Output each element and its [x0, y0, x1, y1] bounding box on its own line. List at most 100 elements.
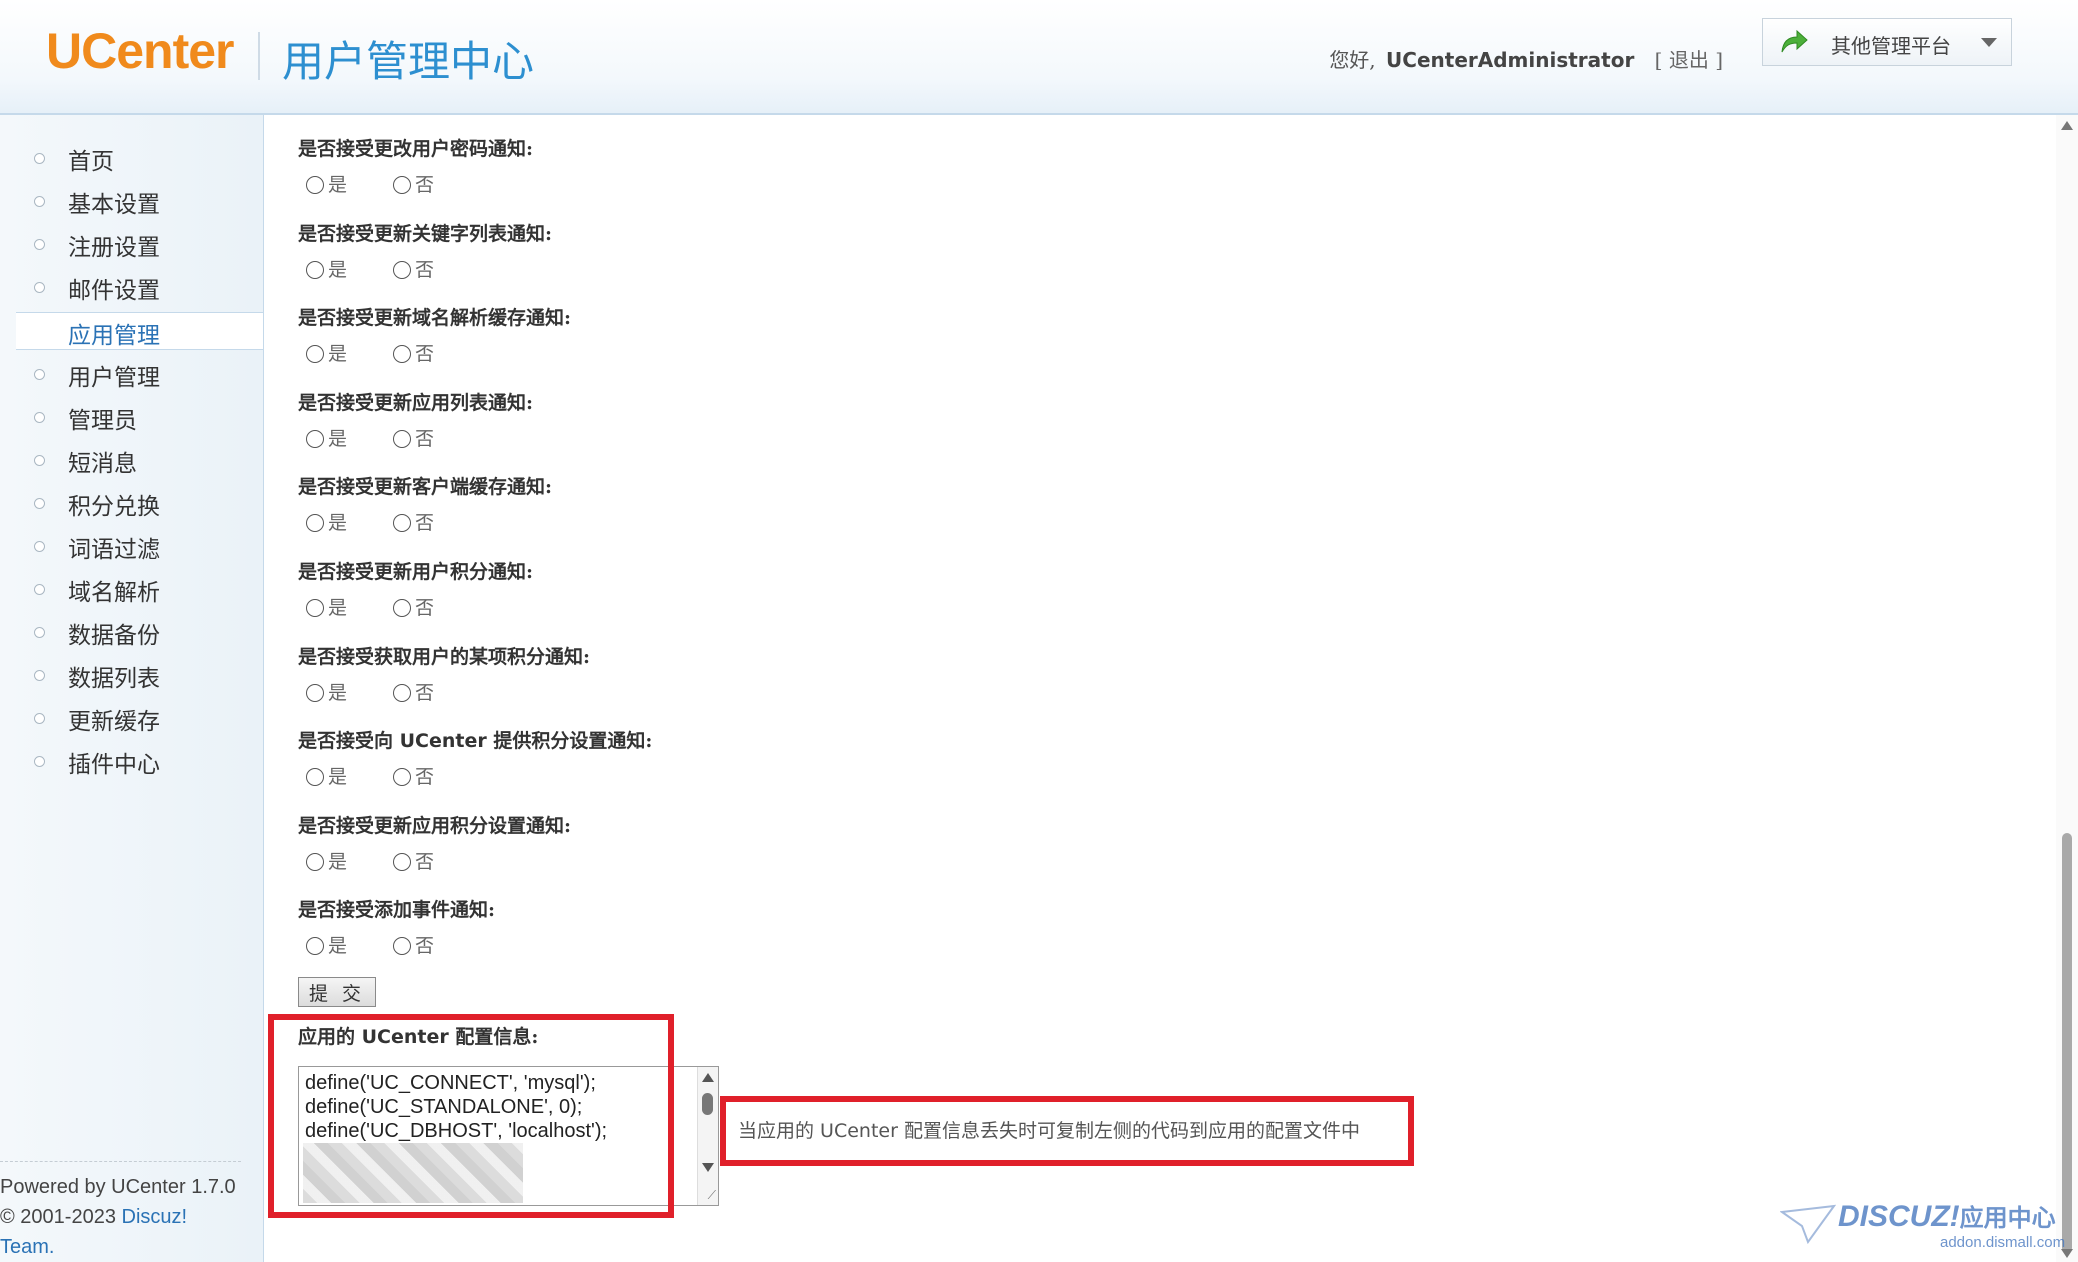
submit-button[interactable]: 提 交: [298, 977, 376, 1007]
radio-yes[interactable]: 是: [306, 931, 347, 958]
scroll-up-icon[interactable]: [702, 1073, 714, 1082]
question-text: 是否接受向: [298, 730, 400, 753]
sidebar-item[interactable]: 应用管理: [16, 312, 263, 350]
scroll-thumb[interactable]: [702, 1093, 713, 1115]
sidebar-item-label: 用户管理: [68, 365, 160, 391]
radio-yes[interactable]: 是: [306, 424, 347, 451]
radio-circle-icon[interactable]: [306, 768, 324, 787]
radio-group: 是否: [306, 931, 480, 958]
radio-label: 否: [415, 512, 435, 535]
radio-circle-icon[interactable]: [306, 429, 324, 448]
sidebar-item[interactable]: 词语过滤: [0, 525, 263, 568]
config-scrollbar[interactable]: ⟋: [697, 1067, 718, 1205]
copyright-years: © 2001-2023: [0, 1206, 122, 1228]
radio-circle-icon[interactable]: [306, 514, 324, 533]
radio-circle-icon[interactable]: [393, 429, 412, 448]
radio-label: 是: [328, 258, 348, 281]
resize-grip-icon[interactable]: ⟋: [708, 1188, 716, 1203]
radio-circle-icon[interactable]: [393, 768, 412, 787]
username: UCenterAdministrator: [1386, 48, 1635, 72]
radio-circle-icon[interactable]: [393, 852, 412, 871]
sidebar-item-label: 注册设置: [68, 235, 160, 261]
question-label: 是否接受添加事件通知:: [298, 895, 495, 922]
radio-yes[interactable]: 是: [306, 762, 347, 789]
sidebar-item[interactable]: 插件中心: [0, 740, 263, 783]
radio-circle-icon[interactable]: [393, 260, 412, 279]
radio-no[interactable]: 否: [393, 508, 434, 535]
sidebar-item[interactable]: 用户管理: [0, 353, 263, 396]
paper-plane-icon: [1780, 1204, 1836, 1244]
radio-no[interactable]: 否: [393, 847, 434, 874]
radio-yes[interactable]: 是: [306, 593, 347, 620]
question-label: 是否接受更新用户积分通知:: [298, 557, 533, 584]
sidebar-item[interactable]: 注册设置: [0, 223, 263, 266]
sidebar-item[interactable]: 基本设置: [0, 180, 263, 223]
radio-label: 否: [415, 174, 435, 196]
sidebar-item[interactable]: 积分兑换: [0, 482, 263, 525]
bullet-icon: [34, 239, 45, 250]
radio-yes[interactable]: 是: [306, 255, 347, 282]
radio-circle-icon[interactable]: [306, 683, 324, 702]
radio-yes[interactable]: 是: [306, 339, 347, 366]
logout-link[interactable]: [ 退出 ]: [1655, 48, 1723, 72]
radio-circle-icon[interactable]: [306, 176, 324, 194]
radio-circle-icon[interactable]: [306, 937, 324, 956]
sidebar-item[interactable]: 域名解析: [0, 568, 263, 611]
radio-group: 是否: [306, 762, 480, 789]
question-text: 是否接受获取用户的某项积分通知:: [298, 645, 591, 668]
radio-circle-icon[interactable]: [393, 683, 412, 702]
bullet-icon: [34, 196, 45, 207]
radio-label: 否: [415, 850, 435, 873]
radio-no[interactable]: 否: [393, 339, 434, 366]
sidebar-item[interactable]: 首页: [0, 137, 263, 180]
sidebar-item[interactable]: 数据列表: [0, 654, 263, 697]
discuz-link[interactable]: Discuz!: [122, 1206, 188, 1228]
sidebar-item[interactable]: 短消息: [0, 439, 263, 482]
radio-circle-icon[interactable]: [306, 260, 324, 279]
radio-yes[interactable]: 是: [306, 678, 347, 705]
question-label: 是否接受更新域名解析缓存通知:: [298, 303, 571, 330]
radio-no[interactable]: 否: [393, 678, 434, 705]
forward-arrow-icon: [1779, 28, 1809, 60]
radio-circle-icon[interactable]: [393, 176, 412, 194]
radio-circle-icon[interactable]: [306, 598, 324, 617]
radio-no[interactable]: 否: [393, 593, 434, 620]
footer-divider: [0, 1161, 241, 1162]
logo[interactable]: UCenter: [46, 22, 234, 80]
radio-circle-icon[interactable]: [393, 598, 412, 617]
page-scrollbar[interactable]: [2056, 115, 2078, 1262]
page-scroll-up-icon[interactable]: [2061, 121, 2073, 130]
radio-group: 是否: [306, 847, 480, 874]
bullet-icon: [34, 670, 45, 681]
other-platform-dropdown[interactable]: 其他管理平台: [1762, 18, 2012, 66]
radio-no[interactable]: 否: [393, 931, 434, 958]
radio-label: 否: [415, 427, 435, 450]
team-link[interactable]: Team.: [0, 1232, 263, 1262]
page-scroll-thumb[interactable]: [2062, 833, 2072, 1253]
sidebar-item[interactable]: 邮件设置: [0, 266, 263, 309]
radio-circle-icon[interactable]: [306, 852, 324, 871]
radio-yes[interactable]: 是: [306, 508, 347, 535]
question-label: 是否接受更改用户密码通知:: [298, 134, 533, 161]
question-text: 是否接受更新域名解析缓存通知:: [298, 307, 572, 330]
sidebar-item-label: 基本设置: [68, 192, 160, 218]
sidebar-footer: Powered by UCenter 1.7.0 © 2001-2023 Dis…: [0, 1161, 263, 1262]
radio-no[interactable]: 否: [393, 255, 434, 282]
radio-circle-icon[interactable]: [393, 514, 412, 533]
radio-label: 否: [415, 766, 435, 789]
sidebar-item[interactable]: 管理员: [0, 396, 263, 439]
question-text: 是否接受添加事件通知:: [298, 899, 496, 922]
radio-circle-icon[interactable]: [393, 345, 412, 364]
radio-no[interactable]: 否: [393, 170, 434, 197]
sidebar-item[interactable]: 数据备份: [0, 611, 263, 654]
radio-circle-icon[interactable]: [393, 937, 412, 956]
sidebar-item-label: 域名解析: [68, 580, 160, 606]
scroll-down-icon[interactable]: [702, 1163, 714, 1172]
radio-no[interactable]: 否: [393, 762, 434, 789]
radio-yes[interactable]: 是: [306, 847, 347, 874]
radio-yes[interactable]: 是: [306, 170, 347, 197]
radio-group: 是否: [306, 424, 480, 451]
radio-circle-icon[interactable]: [306, 345, 324, 364]
radio-no[interactable]: 否: [393, 424, 434, 451]
sidebar-item[interactable]: 更新缓存: [0, 697, 263, 740]
